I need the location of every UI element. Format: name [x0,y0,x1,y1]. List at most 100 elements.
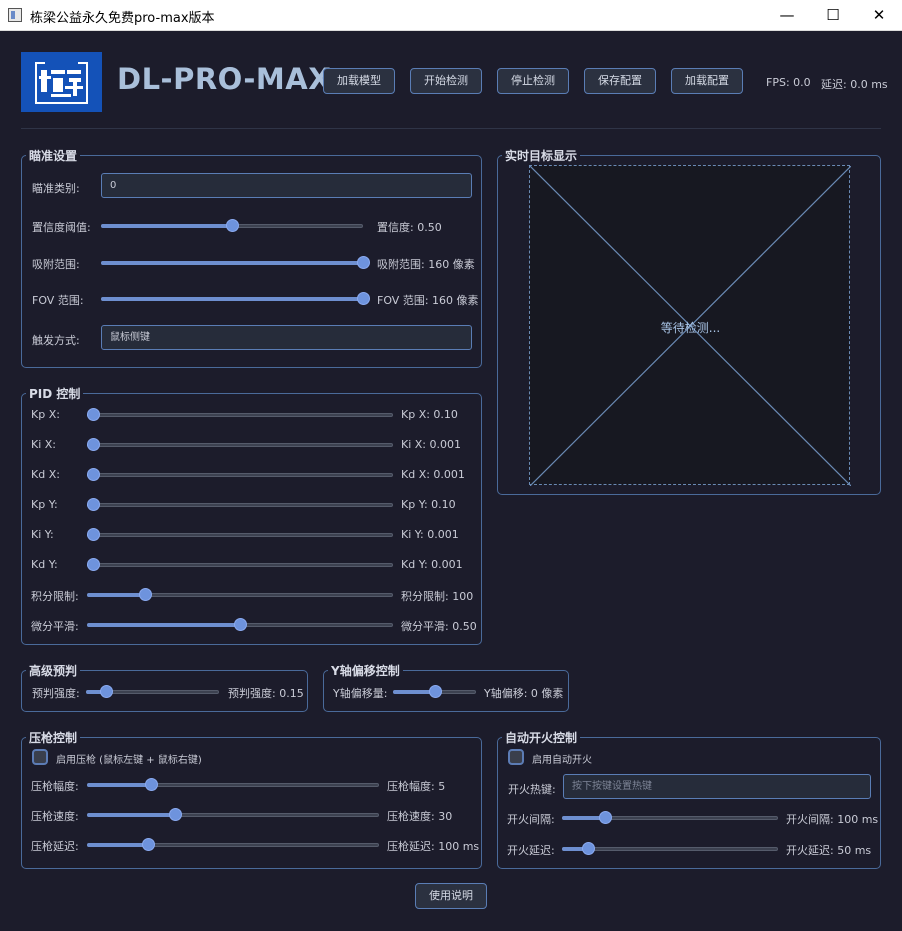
confidence-label: 置信度阈值: [32,221,91,234]
help-button[interactable]: 使用说明 [415,883,487,909]
pid-row-slider[interactable] [87,438,393,452]
slider-handle[interactable] [599,811,613,824]
recoil-control-title: 压枪控制 [26,729,81,746]
slider-handle[interactable] [87,558,101,571]
slider-handle[interactable] [145,778,159,791]
y-offset-slider[interactable] [393,685,476,699]
prediction-group: 高级预判 预判强度: 预判强度: 0.15 [21,662,308,712]
recoil-enable-checkbox[interactable] [32,749,48,765]
slider-handle[interactable] [87,408,101,421]
save-config-button[interactable]: 保存配置 [584,68,656,94]
app-icon [8,8,22,22]
prediction-title: 高级预判 [26,662,81,679]
recoil-row-label: 压枪幅度: [31,780,79,793]
pid-row-slider[interactable] [87,558,393,572]
slider-handle[interactable] [428,685,442,698]
hotkey-input[interactable]: 按下按键设置热键 [563,774,871,799]
autofire-control-title: 自动开火控制 [502,729,581,746]
maximize-button[interactable]: ☐ [810,0,856,31]
window-title: 栋梁公益永久免费pro-max版本 [30,11,215,26]
aim-settings-group: 瞄准设置 瞄准类别: 0 置信度阈值: 置信度: 0.50 吸附范围: 吸附范围… [21,147,482,368]
slider-handle[interactable] [87,498,101,511]
pid-row-slider[interactable] [87,498,393,512]
y-offset-title: Y轴偏移控制 [328,662,403,679]
recoil-enable-label: 启用压枪 (鼠标左键 + 鼠标右键) [56,755,202,766]
confidence-value: 置信度: 0.50 [377,221,442,234]
pid-row-value: 积分限制: 100 [401,590,474,603]
trigger-mode-select[interactable]: 鼠标侧键 [101,325,472,350]
recoil-row-value: 压枪幅度: 5 [387,780,446,793]
start-detect-button[interactable]: 开始检测 [410,68,482,94]
slider-handle[interactable] [226,219,239,232]
load-config-button[interactable]: 加载配置 [671,68,743,94]
prediction-value: 预判强度: 0.15 [228,687,304,700]
slider-handle[interactable] [87,528,101,541]
load-model-button[interactable]: 加载模型 [323,68,395,94]
minimize-button[interactable]: — [764,0,810,31]
trigger-mode-label: 触发方式: [32,334,80,347]
pid-row-value: Kp X: 0.10 [401,408,458,421]
pid-control-group: PID 控制 [21,385,482,645]
slider-handle[interactable] [581,842,595,855]
autofire-enable-checkbox[interactable] [508,749,524,765]
autofire-row-slider[interactable] [562,842,778,856]
pid-row-slider[interactable] [87,468,393,482]
recoil-row-slider[interactable] [87,808,379,822]
recoil-row-value: 压枪延迟: 100 ms [387,840,480,853]
recoil-row-slider[interactable] [87,838,379,852]
y-offset-value: Y轴偏移: 0 像素 [484,687,564,700]
slider-handle[interactable] [357,256,370,269]
pid-row-slider[interactable] [87,588,393,602]
aim-settings-title: 瞄准设置 [26,147,81,164]
autofire-enable-label: 启用自动开火 [532,755,592,766]
snap-range-value: 吸附范围: 160 像素 [377,258,475,271]
slider-handle[interactable] [357,292,370,305]
recoil-row-label: 压枪延迟: [31,840,79,853]
header-divider [21,128,881,129]
fov-range-slider[interactable] [101,292,370,306]
y-offset-label: Y轴偏移量: [333,687,388,700]
pid-row-value: Kd X: 0.001 [401,468,465,481]
target-class-label: 瞄准类别: [32,182,80,195]
autofire-row-slider[interactable] [562,811,778,825]
pid-row-label: 微分平滑: [31,620,79,633]
slider-handle[interactable] [139,588,153,601]
pid-row-label: Ki X: [31,438,57,451]
stop-detect-button[interactable]: 停止检测 [497,68,569,94]
app-logo [21,52,102,112]
autofire-row-label: 开火间隔: [507,813,555,826]
close-button[interactable]: ✕ [856,0,902,31]
hotkey-label: 开火热键: [508,783,556,796]
y-offset-group: Y轴偏移控制 Y轴偏移量: Y轴偏移: 0 像素 [323,662,569,712]
pid-row-value: 微分平滑: 0.50 [401,620,477,633]
pid-row-label: Kd Y: [31,558,58,571]
detection-view: 等待检测... [529,165,851,486]
logo-emblem-icon [35,62,88,104]
fov-range-value: FOV 范围: 160 像素 [377,294,479,307]
target-class-input[interactable]: 0 [101,173,472,198]
app-logo-text: DL-PRO-MAX [117,62,332,96]
latency-readout: 延迟: 0.0 ms [821,78,888,91]
snap-range-slider[interactable] [101,256,370,270]
autofire-row-label: 开火延迟: [507,844,555,857]
pid-row-slider[interactable] [87,618,393,632]
autofire-row-value: 开火间隔: 100 ms [786,813,879,826]
pid-row-slider[interactable] [87,408,393,422]
pid-control-title: PID 控制 [26,385,84,402]
slider-handle[interactable] [99,685,113,698]
slider-handle[interactable] [234,618,247,631]
prediction-slider[interactable] [86,685,219,699]
pid-row-label: Kp Y: [31,498,58,511]
pid-row-label: 积分限制: [31,590,79,603]
slider-handle[interactable] [87,438,101,451]
confidence-slider[interactable] [101,219,363,233]
slider-handle[interactable] [168,808,182,821]
pid-row-value: Ki X: 0.001 [401,438,461,451]
pid-row-value: Kp Y: 0.10 [401,498,456,511]
slider-handle[interactable] [87,468,101,481]
slider-handle[interactable] [142,838,156,851]
pid-row-label: Ki Y: [31,528,54,541]
pid-row-slider[interactable] [87,528,393,542]
realtime-display-title: 实时目标显示 [502,147,581,164]
recoil-row-slider[interactable] [87,778,379,792]
